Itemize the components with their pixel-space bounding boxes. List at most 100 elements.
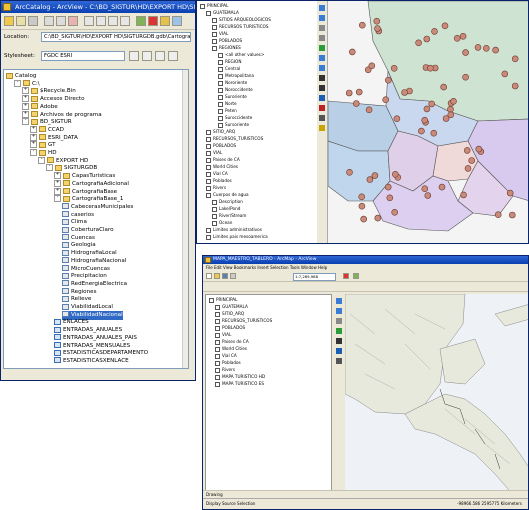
toc-layer-item[interactable]: MAPA TURISTICO HD (215, 374, 265, 380)
tourist-resource-point[interactable] (463, 147, 471, 154)
tourist-resource-point[interactable] (345, 89, 353, 97)
zoom-in-icon[interactable] (319, 5, 325, 11)
tourist-resource-point[interactable] (421, 116, 428, 124)
layer-checkbox[interactable] (212, 31, 217, 37)
layer-checkbox[interactable] (218, 101, 223, 107)
tourist-resource-point[interactable] (424, 192, 432, 199)
tourist-resource-point[interactable] (483, 44, 490, 52)
save-icon[interactable] (222, 273, 228, 279)
pan-icon[interactable] (336, 318, 342, 324)
layer-checkbox[interactable] (212, 206, 217, 212)
layer-checkbox[interactable] (215, 374, 220, 380)
toc-layer-item[interactable]: RECURSOS_TURISTICOS (206, 136, 263, 142)
tourist-resource-point[interactable] (358, 193, 366, 201)
tourist-resource-point[interactable] (506, 189, 514, 197)
tourist-resource-point[interactable] (440, 83, 447, 91)
tourist-resource-point[interactable] (511, 55, 519, 63)
collapse-icon[interactable]: - (14, 79, 21, 87)
toc-layer-item[interactable]: Poblados (215, 360, 241, 366)
toc-layer-item[interactable]: POBLADOS (212, 38, 242, 44)
tourist-resource-point[interactable] (475, 145, 483, 153)
layer-checkbox[interactable] (206, 164, 211, 170)
tourist-resource-point[interactable] (358, 202, 366, 210)
toc-layer-item[interactable]: GUATEMALA (206, 10, 239, 16)
toc-layer-item[interactable]: River/Stream (212, 213, 246, 219)
toc-layer-item[interactable]: World Cities (215, 346, 247, 352)
layer-checkbox[interactable] (215, 381, 220, 387)
layer-checkbox[interactable] (206, 227, 211, 233)
select-features-icon[interactable] (336, 338, 342, 344)
toc-layer-item[interactable]: GUATEMALA (215, 304, 248, 310)
tourist-resource-point[interactable] (464, 165, 472, 172)
expand-icon[interactable]: + (54, 179, 61, 187)
tourist-resource-point[interactable] (509, 211, 516, 219)
tourist-resource-point[interactable] (494, 211, 502, 218)
tourist-resource-point[interactable] (438, 183, 446, 191)
tourist-resource-point[interactable] (511, 82, 519, 90)
toc-layer-item[interactable]: Lake/Pond (212, 206, 240, 212)
toc-layer-item[interactable]: REGION (218, 59, 241, 65)
toc-layer-item[interactable]: Paises de CA (206, 157, 240, 163)
expand-icon[interactable]: + (30, 125, 37, 133)
toc-tabs[interactable]: Display Source Selection (206, 499, 255, 509)
location-input[interactable]: C:\BD_SIGTUR\HD\EXPORT HD\SIGTURGDB.gdb\… (41, 32, 191, 42)
tourist-resource-point[interactable] (450, 98, 457, 105)
toc-layer-item[interactable]: POBLADOS (206, 143, 236, 149)
toc-layer-item[interactable]: PRINCIPAL (209, 297, 237, 303)
layer-checkbox[interactable] (215, 360, 220, 366)
tourist-resource-point[interactable] (348, 48, 356, 56)
layer-checkbox[interactable] (206, 178, 211, 184)
full-extent-icon[interactable] (336, 328, 342, 334)
collapse-icon[interactable]: - (30, 149, 37, 156)
expand-icon[interactable]: + (22, 87, 29, 95)
measure-icon[interactable] (319, 115, 325, 121)
tourist-resource-point[interactable] (492, 46, 499, 54)
toc-layer-item[interactable]: Rivers (206, 185, 226, 191)
layer-checkbox[interactable] (206, 136, 211, 142)
layer-checkbox[interactable] (206, 185, 211, 191)
select-elements-icon[interactable] (319, 85, 325, 91)
toc-layer-item[interactable]: Limites pais mesoamerica (206, 234, 268, 240)
layer-checkbox[interactable] (218, 87, 223, 93)
tourist-resource-point[interactable] (358, 21, 366, 29)
table-of-contents[interactable]: PRINCIPAL GUATEMALA SITIOS ARQUEOLOGICOS RE… (197, 1, 318, 243)
drawing-menu[interactable]: Drawing (206, 492, 223, 497)
toc-layer-item[interactable]: Poblados (206, 178, 232, 184)
tourist-resource-point[interactable] (371, 172, 379, 179)
expand-icon[interactable]: + (30, 133, 37, 141)
toc-layer-item[interactable]: Limites administrativos (206, 227, 262, 233)
tourist-resource-point[interactable] (391, 209, 398, 216)
layer-checkbox[interactable] (218, 80, 223, 86)
open-icon[interactable] (214, 273, 220, 279)
tourist-resource-point[interactable] (368, 62, 376, 70)
full-extent-icon[interactable] (319, 45, 325, 51)
layer-checkbox[interactable] (215, 304, 220, 310)
layer-checkbox[interactable] (212, 45, 217, 51)
tourist-resource-point[interactable] (447, 111, 455, 119)
details-icon[interactable] (108, 16, 118, 26)
toc-layer-item[interactable]: Central (218, 66, 240, 72)
arcmap2-titlebar[interactable]: MAPA_MAESTRO_TABLERO - ArcMap - ArcView (203, 256, 528, 264)
map-view-central-america[interactable] (345, 294, 528, 497)
layer-checkbox[interactable] (212, 24, 217, 30)
select-features-icon[interactable] (319, 75, 325, 81)
toc-layer-item[interactable]: RECURSOS_TURISTICOS (215, 318, 272, 324)
layer-checkbox[interactable] (215, 325, 220, 331)
tourist-resource-point[interactable] (373, 17, 381, 25)
table-of-contents-2[interactable]: PRINCIPAL GUATEMALA SITIO_ARQ RECURSOS_TURI… (205, 294, 332, 494)
layer-checkbox[interactable] (212, 213, 217, 219)
toc-layer-item[interactable]: RECURSOS TURISTICOS (212, 24, 269, 30)
search-icon[interactable] (160, 16, 170, 26)
collapse-icon[interactable]: - (46, 164, 53, 172)
new-map-icon[interactable] (206, 273, 212, 279)
layer-checkbox[interactable] (206, 234, 211, 240)
tourist-resource-point[interactable] (453, 34, 461, 42)
large-icons-icon[interactable] (84, 16, 94, 26)
stylesheet-select[interactable]: FGDC ESRI (41, 51, 125, 61)
tourist-resource-point[interactable] (401, 89, 408, 96)
identify-icon[interactable] (319, 95, 325, 101)
layer-checkbox[interactable] (215, 318, 220, 324)
tourist-resource-point[interactable] (384, 183, 392, 191)
tourist-resource-point[interactable] (468, 157, 475, 164)
metadata-properties-icon[interactable] (142, 51, 152, 61)
